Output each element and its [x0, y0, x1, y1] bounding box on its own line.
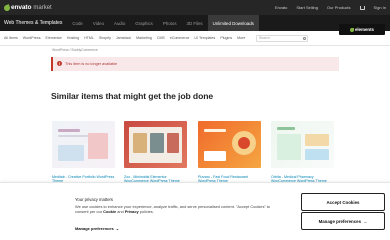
thumb-shape [58, 145, 84, 161]
alert-text: This item is no longer available [65, 62, 118, 66]
our-products-link[interactable]: Our Products [327, 5, 351, 10]
sign-in-link[interactable]: Sign In [374, 5, 386, 10]
start-selling-link[interactable]: Start Selling [296, 5, 318, 10]
subnav-item[interactable]: Plugins [220, 36, 232, 40]
arrow-right-icon: → [363, 218, 368, 224]
manage-preferences-button-label: Manage preferences [318, 218, 362, 224]
thumb-shape [305, 134, 329, 146]
category-audio[interactable]: Audio [109, 15, 130, 31]
thumb-shape [277, 127, 295, 130]
thumb-shape [58, 129, 80, 132]
manage-preferences-label: Manage preferences [75, 226, 114, 231]
thumb-shape [204, 151, 226, 161]
cookie-title: Your privacy matters [75, 197, 114, 202]
subnav-item[interactable]: All Items [4, 36, 18, 40]
subnav-item[interactable]: HTML [84, 36, 94, 40]
search-input[interactable]: Search [256, 35, 308, 42]
cart-button[interactable] [359, 5, 365, 10]
search-icon[interactable] [303, 37, 306, 40]
brand-name: envato [11, 4, 32, 11]
subnav-item[interactable]: eCommerce [170, 36, 190, 40]
elements-leaf-icon [349, 27, 354, 32]
category-code[interactable]: Code [67, 15, 88, 31]
category-graphics[interactable]: Graphics [130, 15, 158, 31]
cookie-text: We use cookies to enhance your experienc… [75, 204, 280, 214]
item-card[interactable]: Zoo - Minimalist Elementor WooCommerce W… [124, 121, 187, 184]
thumb-shape [167, 133, 179, 153]
thumb-shape [58, 135, 88, 137]
item-thumbnail[interactable] [271, 121, 334, 168]
chevron-down-icon: ⌄ [115, 226, 120, 231]
category-3d-files[interactable]: 3D Files [182, 15, 208, 31]
page-title: Similar items that might get the job don… [51, 91, 214, 101]
category-photos[interactable]: Photos [158, 15, 182, 31]
item-card[interactable]: Pizzaro - Fast Food Restaurant WordPress… [198, 121, 261, 184]
thumb-shape [277, 134, 301, 160]
manage-preferences-link[interactable]: Manage preferences ⌄ [75, 226, 119, 231]
thumb-shape [204, 129, 226, 132]
alert-icon: ! [57, 61, 62, 66]
thumb-shape [238, 137, 250, 149]
thumb-shape [305, 149, 329, 160]
cookie-policy-link[interactable]: Cookie [103, 209, 116, 214]
thumb-shape [133, 133, 147, 153]
thumb-shape [88, 133, 108, 159]
top-bar: envato market Envato Start Selling Our P… [0, 0, 390, 15]
category-web-themes[interactable]: Web Themes & Templates [0, 15, 67, 31]
subnav-item[interactable]: Marketing [136, 36, 152, 40]
unavailable-alert: ! This item is no longer available [51, 57, 339, 71]
envato-logo[interactable]: envato market [3, 3, 52, 12]
elements-label: elements [354, 27, 375, 32]
item-card[interactable]: Orbita - Medical Pharmacy WooCommerce Wo… [271, 121, 334, 184]
subnav-item[interactable]: WordPress [23, 36, 41, 40]
sub-nav: All Items WordPress Elementor Hosting HT… [0, 31, 390, 46]
cookie-banner: Your privacy matters We use cookies to e… [0, 182, 390, 240]
cookie-text-policies: policies. [139, 209, 154, 214]
category-video[interactable]: Video [88, 15, 109, 31]
accept-cookies-button[interactable]: Accept Cookies [301, 193, 385, 211]
item-thumbnail[interactable] [124, 121, 187, 168]
privacy-policy-link[interactable]: Privacy [125, 209, 139, 214]
category-unlimited-downloads[interactable]: Unlimited Downloads [207, 15, 259, 31]
subnav-item[interactable]: CMS [157, 36, 165, 40]
subnav-item[interactable]: UI Templates [194, 36, 215, 40]
item-card[interactable]: Meditab - Creative Portfolio WordPress T… [52, 121, 115, 184]
subnav-item[interactable]: Hosting [67, 36, 79, 40]
page: envato market Envato Start Selling Our P… [0, 0, 390, 240]
subnav-item[interactable]: Elementor [46, 36, 62, 40]
breadcrumb[interactable]: WordPress / BuddyCommerce [52, 48, 98, 52]
subnav-item[interactable]: Jamstack [116, 36, 131, 40]
envato-leaf-icon [3, 3, 11, 12]
envato-link[interactable]: Envato [275, 5, 287, 10]
subnav-item[interactable]: Shopify [99, 36, 111, 40]
cart-icon [359, 5, 365, 10]
item-thumbnail[interactable] [198, 121, 261, 168]
search-placeholder: Search [259, 36, 270, 40]
category-bar: Web Themes & Templates Code Video Audio … [0, 15, 390, 31]
manage-preferences-button[interactable]: Manage preferences → [301, 212, 385, 230]
elements-badge[interactable]: elements [339, 24, 385, 35]
top-links: Envato Start Selling Our Products Sign I… [275, 0, 386, 15]
brand-sub: market [33, 4, 52, 11]
subnav-item[interactable]: More [237, 36, 245, 40]
cookie-text-and: and [117, 209, 124, 214]
thumb-shape [150, 133, 164, 153]
item-thumbnail[interactable] [52, 121, 115, 168]
